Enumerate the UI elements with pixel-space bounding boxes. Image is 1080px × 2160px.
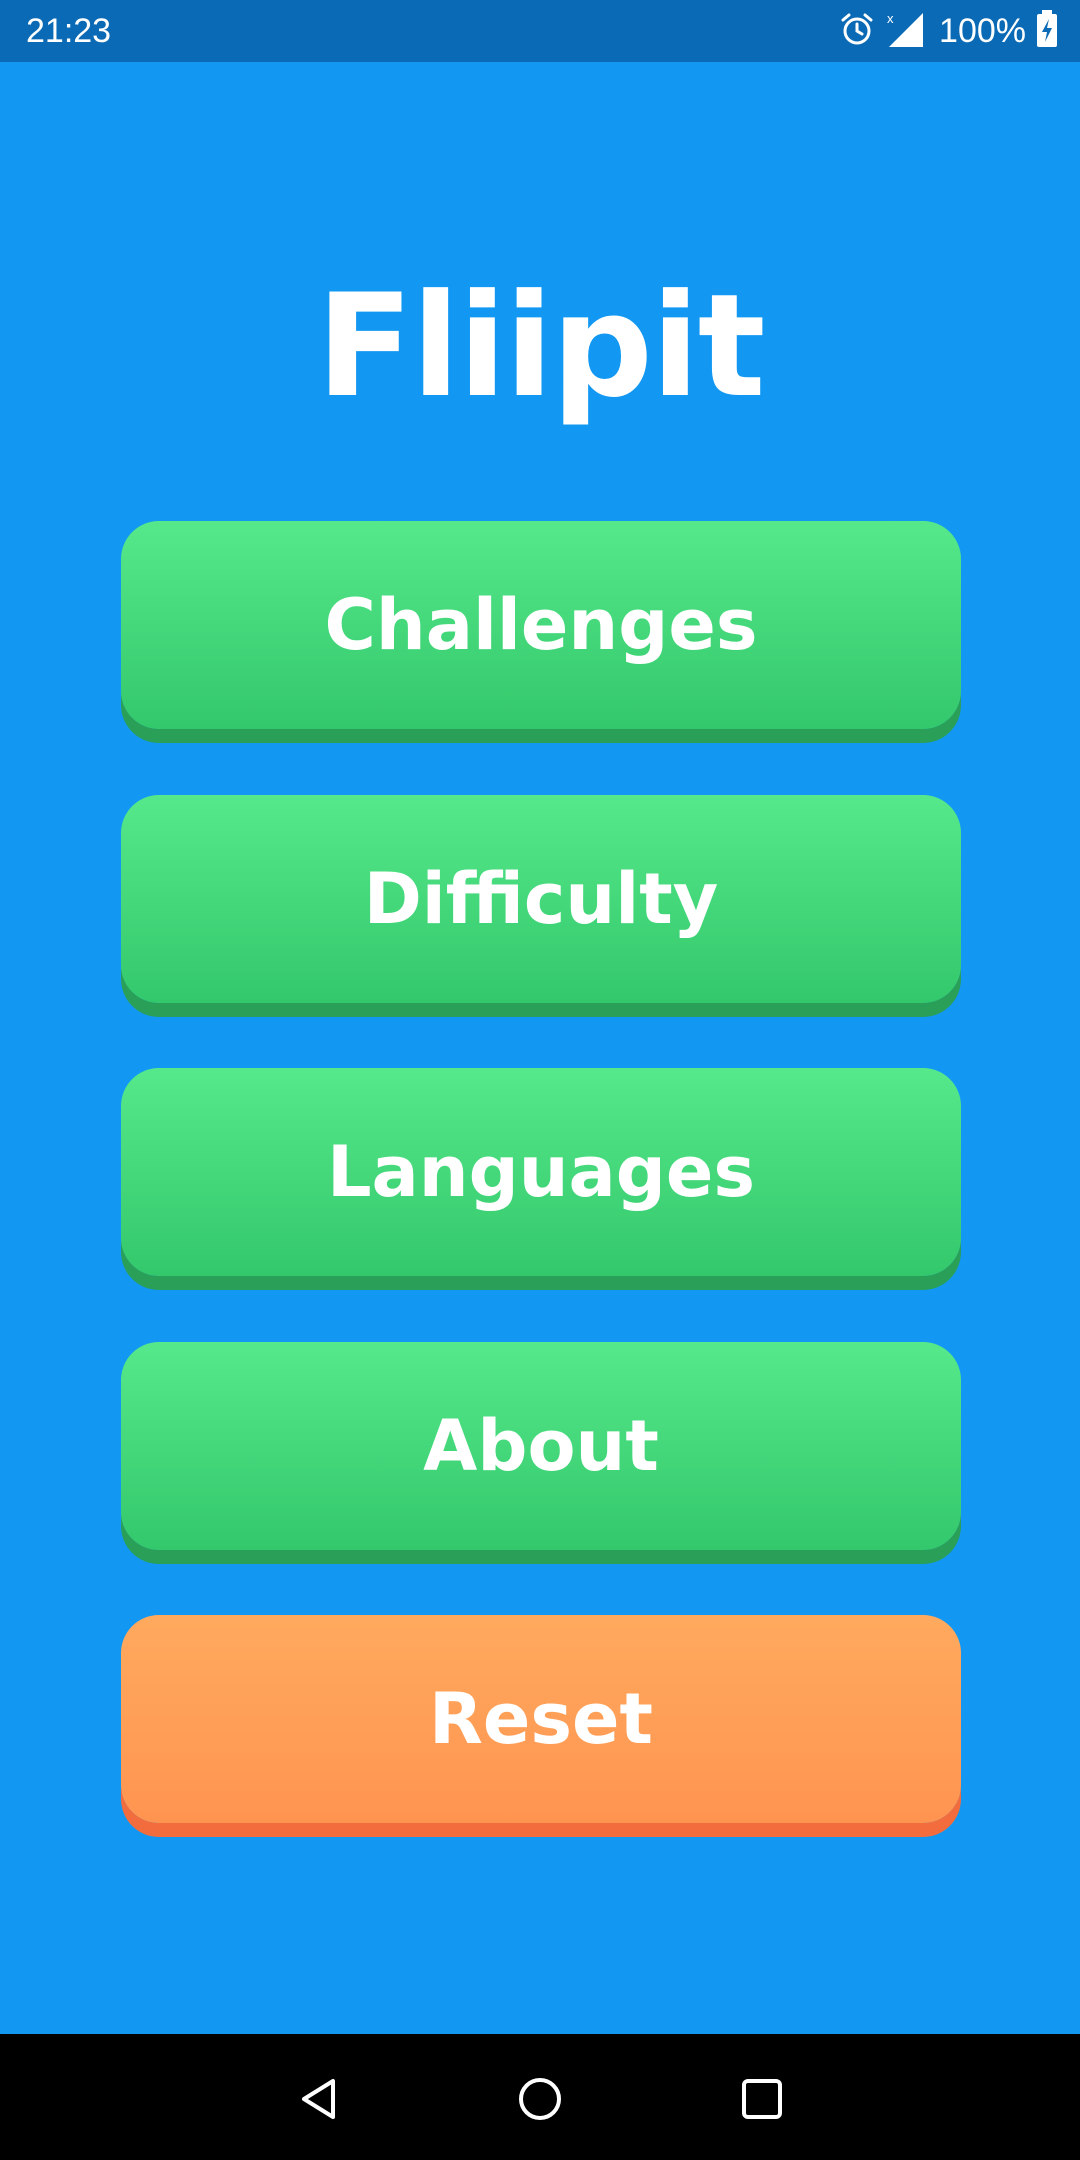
difficulty-button[interactable]: Difficulty [121,795,961,1003]
languages-button[interactable]: Languages [121,1068,961,1276]
challenges-button[interactable]: Challenges [121,521,961,729]
signal-icon: x [885,9,925,53]
recents-icon[interactable] [727,2064,797,2134]
about-label: About [423,1405,659,1487]
home-icon[interactable] [505,2064,575,2134]
languages-label: Languages [326,1131,756,1213]
back-icon[interactable] [285,2064,355,2134]
status-time: 21:23 [26,12,112,50]
challenges-label: Challenges [324,584,758,666]
status-bar: 21:23 x 100% [0,0,1080,62]
battery-percent: 100% [939,12,1026,50]
status-icons: x 100% [839,8,1058,54]
difficulty-label: Difficulty [363,858,719,940]
battery-charging-icon [1036,10,1058,52]
reset-label: Reset [429,1678,653,1760]
about-button[interactable]: About [121,1342,961,1550]
app-title: Fliipit [316,264,765,429]
svg-text:x: x [887,11,894,26]
navigation-bar [0,2034,1080,2160]
reset-button[interactable]: Reset [121,1615,961,1823]
alarm-icon [839,11,875,51]
